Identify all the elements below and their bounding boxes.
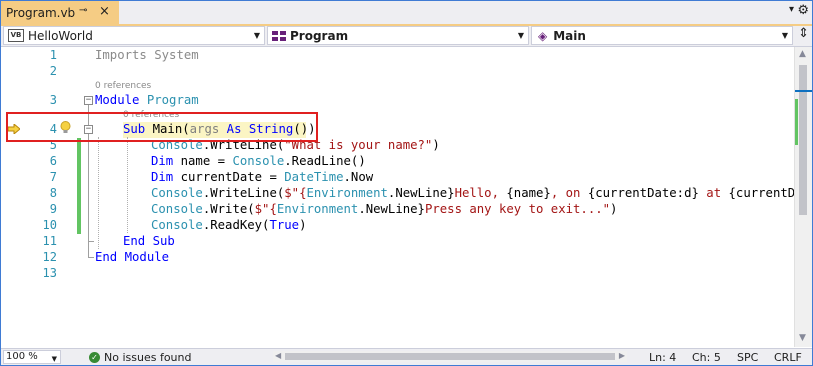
horizontal-scrollbar[interactable]: ◀ ▶: [273, 351, 627, 362]
line-number: 7: [49, 170, 57, 184]
zoom-value: 100 %: [6, 351, 38, 362]
code-line: End Sub: [123, 234, 175, 248]
tab-overflow-icon[interactable]: ▾: [789, 4, 794, 15]
pin-icon[interactable]: ⊸: [79, 5, 87, 16]
code-line: Module Program: [95, 93, 199, 107]
change-indicator-bar: [77, 138, 81, 234]
code-editor[interactable]: − − 1 2 3 4 5 6 7 8 9 10 11 12 13 0 refe…: [1, 47, 794, 347]
line-number: 6: [49, 154, 57, 168]
code-line: Imports System: [95, 48, 199, 62]
caret-position-marker: [795, 90, 812, 92]
document-tab-program-vb[interactable]: Program.vb ⊸ ×: [1, 1, 119, 24]
method-icon: ◈: [538, 28, 548, 43]
member-dropdown[interactable]: ◈ Main ▼: [531, 26, 793, 45]
line-number: 3: [49, 93, 57, 107]
outline-tick: [88, 257, 94, 258]
tab-title: Program.vb: [6, 5, 76, 20]
indent-guide: [98, 137, 99, 249]
code-line: Console.ReadKey(True): [151, 218, 307, 232]
line-number: 8: [49, 186, 57, 200]
code-line: Console.Write($"{Environment.NewLine}Pre…: [151, 202, 618, 216]
line-number: 13: [42, 266, 57, 280]
line-number: 1: [49, 48, 57, 62]
collapse-module-toggle[interactable]: −: [84, 96, 93, 105]
member-label: Main: [553, 28, 586, 43]
chevron-down-icon: ▼: [51, 355, 57, 363]
close-icon[interactable]: ×: [99, 4, 110, 19]
scroll-right-icon[interactable]: ▶: [619, 351, 625, 360]
type-dropdown[interactable]: Program ▼: [267, 26, 529, 45]
scroll-thumb[interactable]: [285, 353, 615, 360]
line-indicator[interactable]: Ln: 4: [649, 351, 676, 364]
zoom-dropdown[interactable]: 100 % ▼: [3, 350, 61, 364]
project-dropdown[interactable]: VB HelloWorld ▼: [3, 26, 265, 45]
chevron-down-icon: ▼: [517, 31, 524, 40]
code-line: Dim currentDate = DateTime.Now: [151, 170, 374, 184]
outline-tick: [88, 241, 94, 242]
line-ending-indicator[interactable]: CRLF: [774, 351, 802, 364]
vertical-scrollbar[interactable]: ▲ ▼: [794, 47, 812, 347]
type-label: Program: [290, 28, 349, 43]
issues-indicator[interactable]: ✓ No issues found: [89, 351, 191, 364]
chevron-down-icon: ▼: [253, 31, 260, 40]
document-tab-strip: Program.vb ⊸ × ▾ ⚙: [1, 1, 812, 26]
editor-status-bar: 100 % ▼ ✓ No issues found ◀ ▶ Ln: 4 Ch: …: [1, 348, 812, 365]
code-line: Dim name = Console.ReadLine(): [151, 154, 366, 168]
chevron-down-icon: ▼: [781, 31, 788, 40]
scroll-thumb[interactable]: [799, 65, 807, 215]
column-indicator[interactable]: Ch: 5: [692, 351, 721, 364]
scroll-up-icon[interactable]: ▲: [799, 49, 806, 59]
line-number: 11: [42, 234, 57, 248]
code-line: End Module: [95, 250, 170, 264]
split-window-icon[interactable]: ⇕: [798, 26, 809, 41]
line-number: 9: [49, 202, 57, 216]
scroll-left-icon[interactable]: ◀: [275, 351, 281, 360]
code-line: Console.WriteLine($"{Environment.NewLine…: [151, 186, 794, 200]
indent-guide: [127, 137, 128, 233]
annotation-highlight-box: [6, 112, 318, 142]
module-icon: [272, 30, 286, 42]
navigation-bar: VB HelloWorld ▼ Program ▼ ◈ Main ▼ ⇕: [1, 26, 812, 47]
line-number: 12: [42, 250, 57, 264]
indent-mode-indicator[interactable]: SPC: [737, 351, 758, 364]
project-label: HelloWorld: [28, 28, 93, 43]
gear-icon[interactable]: ⚙: [797, 3, 809, 18]
line-number: 10: [42, 218, 57, 232]
outline-line: [88, 134, 89, 258]
check-circle-icon: ✓: [89, 352, 100, 363]
vb-project-icon: VB: [8, 29, 24, 42]
change-marker: [795, 99, 798, 145]
line-number: 2: [49, 64, 57, 78]
issues-label: No issues found: [104, 351, 192, 364]
editor-window: Program.vb ⊸ × ▾ ⚙ VB HelloWorld ▼ Progr…: [0, 0, 813, 366]
codelens-references[interactable]: 0 references: [95, 81, 151, 91]
scroll-down-icon[interactable]: ▼: [799, 333, 806, 343]
